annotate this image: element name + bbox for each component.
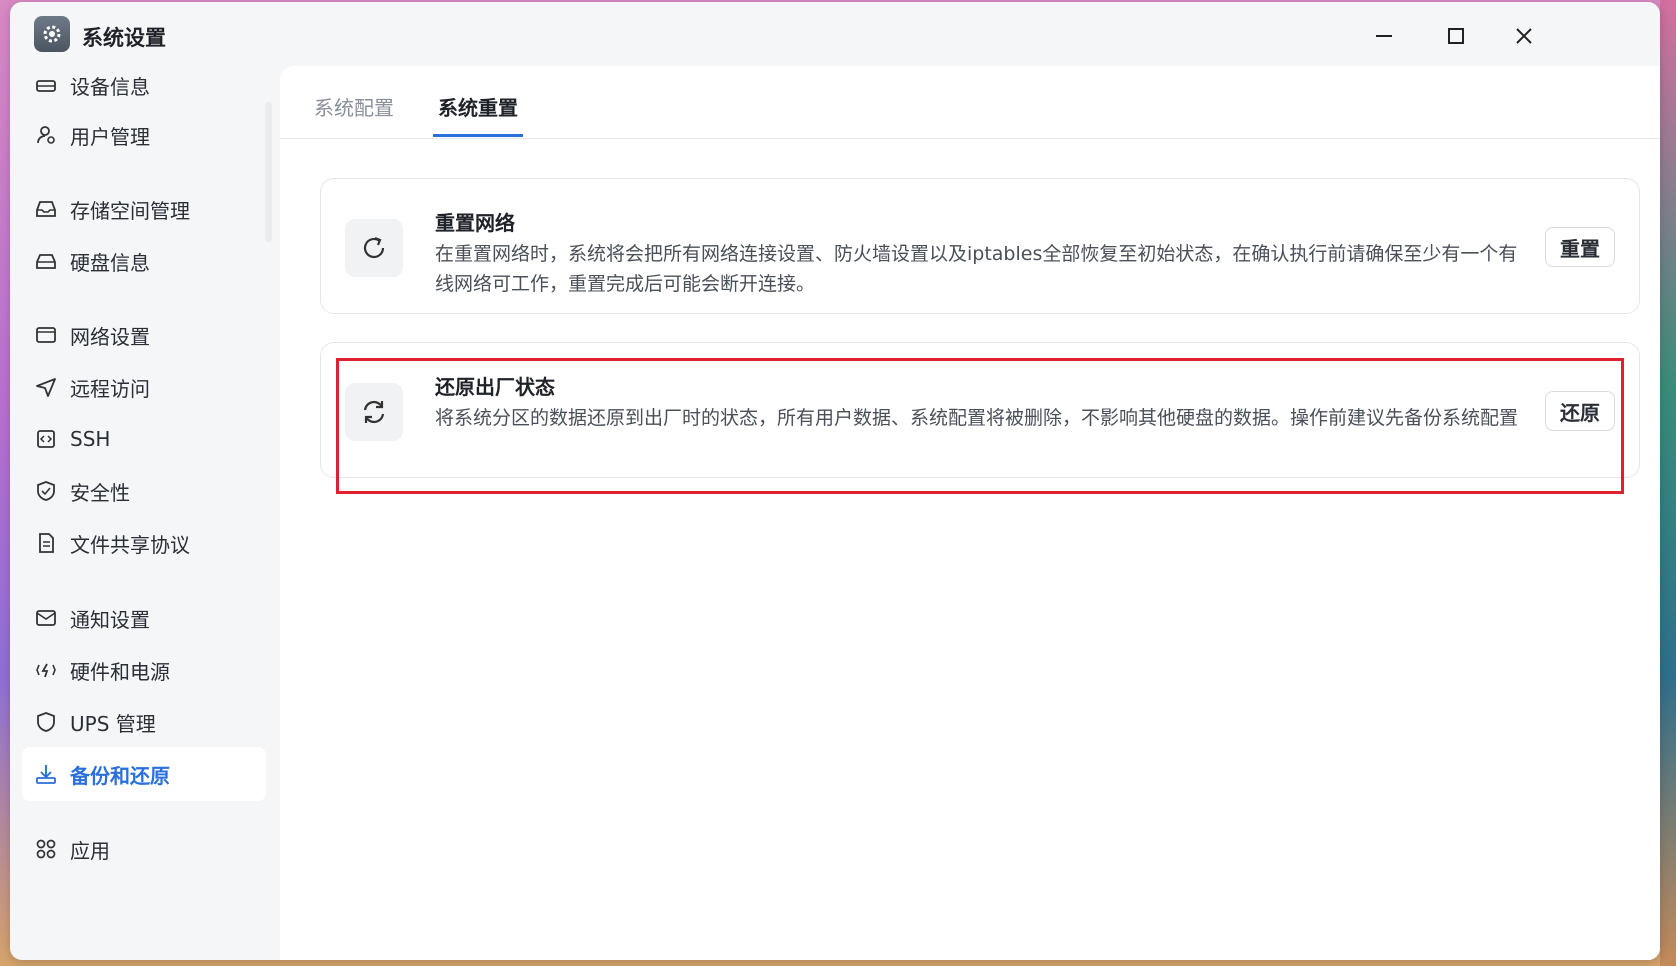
sidebar-item-label: 安全性 — [70, 480, 130, 505]
ssh-icon — [34, 427, 58, 451]
factory-reset-button[interactable]: 还原 — [1545, 391, 1615, 431]
sidebar-item-label: 硬件和电源 — [70, 659, 170, 684]
card-description: 将系统分区的数据还原到出厂时的状态，所有用户数据、系统配置将被删除，不影响其他硬… — [435, 407, 1519, 429]
download-icon — [34, 762, 58, 786]
send-icon — [34, 375, 58, 399]
desktop-background-edge — [1660, 0, 1676, 966]
close-button[interactable] — [1506, 18, 1542, 54]
card-title: 还原出厂状态 — [435, 375, 555, 399]
sidebar-item-notifications[interactable]: 通知设置 — [22, 591, 266, 645]
sidebar-item-network[interactable]: 网络设置 — [22, 308, 266, 362]
sidebar-item-disk-info[interactable]: 硬盘信息 — [22, 234, 266, 288]
apps-icon — [34, 837, 58, 861]
sidebar-item-storage[interactable]: 存储空间管理 — [22, 182, 266, 236]
sidebar-item-device-info[interactable]: 设备信息 — [22, 58, 266, 112]
sidebar-item-label: 通知设置 — [70, 607, 150, 632]
tab-bar: 系统配置 系统重置 — [280, 66, 1660, 139]
main-panel: 系统配置 系统重置 重置网络 在重置网络时，系统将会把所有网络连接设置、防火墙设… — [280, 66, 1660, 960]
reset-network-button[interactable]: 重置 — [1545, 227, 1615, 267]
reset-network-card: 重置网络 在重置网络时，系统将会把所有网络连接设置、防火墙设置以及iptable… — [320, 178, 1640, 314]
storage-icon — [34, 197, 58, 221]
title-bar: 系统设置 — [10, 2, 1660, 66]
sidebar-item-label: 设备信息 — [70, 74, 150, 99]
sidebar-item-label: UPS 管理 — [70, 711, 156, 736]
maximize-button[interactable] — [1438, 18, 1474, 54]
card-title: 重置网络 — [435, 211, 515, 235]
sidebar-item-file-sharing[interactable]: 文件共享协议 — [22, 516, 266, 570]
power-icon — [34, 658, 58, 682]
settings-gear-icon — [34, 16, 70, 52]
refresh-icon — [345, 219, 403, 277]
active-tab-indicator — [433, 134, 523, 137]
network-icon — [34, 323, 58, 347]
factory-reset-card: 还原出厂状态 将系统分区的数据还原到出厂时的状态，所有用户数据、系统配置将被删除… — [320, 342, 1640, 478]
mail-icon — [34, 606, 58, 630]
user-gear-icon — [34, 123, 58, 147]
sync-icon — [345, 383, 403, 441]
sidebar-item-security[interactable]: 安全性 — [22, 464, 266, 518]
shield-icon — [34, 710, 58, 734]
sidebar-item-label: 存储空间管理 — [70, 198, 190, 223]
sidebar-item-ups[interactable]: UPS 管理 — [22, 695, 266, 749]
sidebar-item-label: 应用 — [70, 838, 110, 863]
device-icon — [34, 73, 58, 97]
sidebar-item-label: 用户管理 — [70, 124, 150, 149]
window-title: 系统设置 — [82, 26, 166, 50]
settings-window: 系统设置 设备信息 用户管理 存储空间管理 硬盘信息 网络设置 远程访问 SSH… — [10, 2, 1660, 960]
document-icon — [34, 531, 58, 555]
sidebar-item-remote-access[interactable]: 远程访问 — [22, 360, 266, 414]
sidebar-item-label: 文件共享协议 — [70, 532, 190, 557]
sidebar-item-hardware-power[interactable]: 硬件和电源 — [22, 643, 266, 697]
minimize-button[interactable] — [1366, 18, 1402, 54]
sidebar-item-label: 远程访问 — [70, 376, 150, 401]
sidebar-item-label: SSH — [70, 427, 111, 451]
disk-icon — [34, 249, 58, 273]
tab-system-config[interactable]: 系统配置 — [314, 92, 394, 121]
sidebar-scrollbar[interactable] — [265, 102, 272, 242]
sidebar-item-label: 备份和还原 — [70, 763, 170, 788]
sidebar: 设备信息 用户管理 存储空间管理 硬盘信息 网络设置 远程访问 SSH 安全性 — [10, 66, 272, 960]
shield-check-icon — [34, 479, 58, 503]
sidebar-item-label: 硬盘信息 — [70, 250, 150, 275]
sidebar-item-user-management[interactable]: 用户管理 — [22, 108, 266, 162]
sidebar-item-backup-restore[interactable]: 备份和还原 — [22, 747, 266, 801]
tab-system-reset[interactable]: 系统重置 — [438, 92, 518, 121]
sidebar-item-label: 网络设置 — [70, 324, 150, 349]
sidebar-item-ssh[interactable]: SSH — [22, 412, 266, 466]
card-description: 在重置网络时，系统将会把所有网络连接设置、防火墙设置以及iptables全部恢复… — [435, 243, 1518, 295]
sidebar-item-apps[interactable]: 应用 — [22, 822, 266, 876]
